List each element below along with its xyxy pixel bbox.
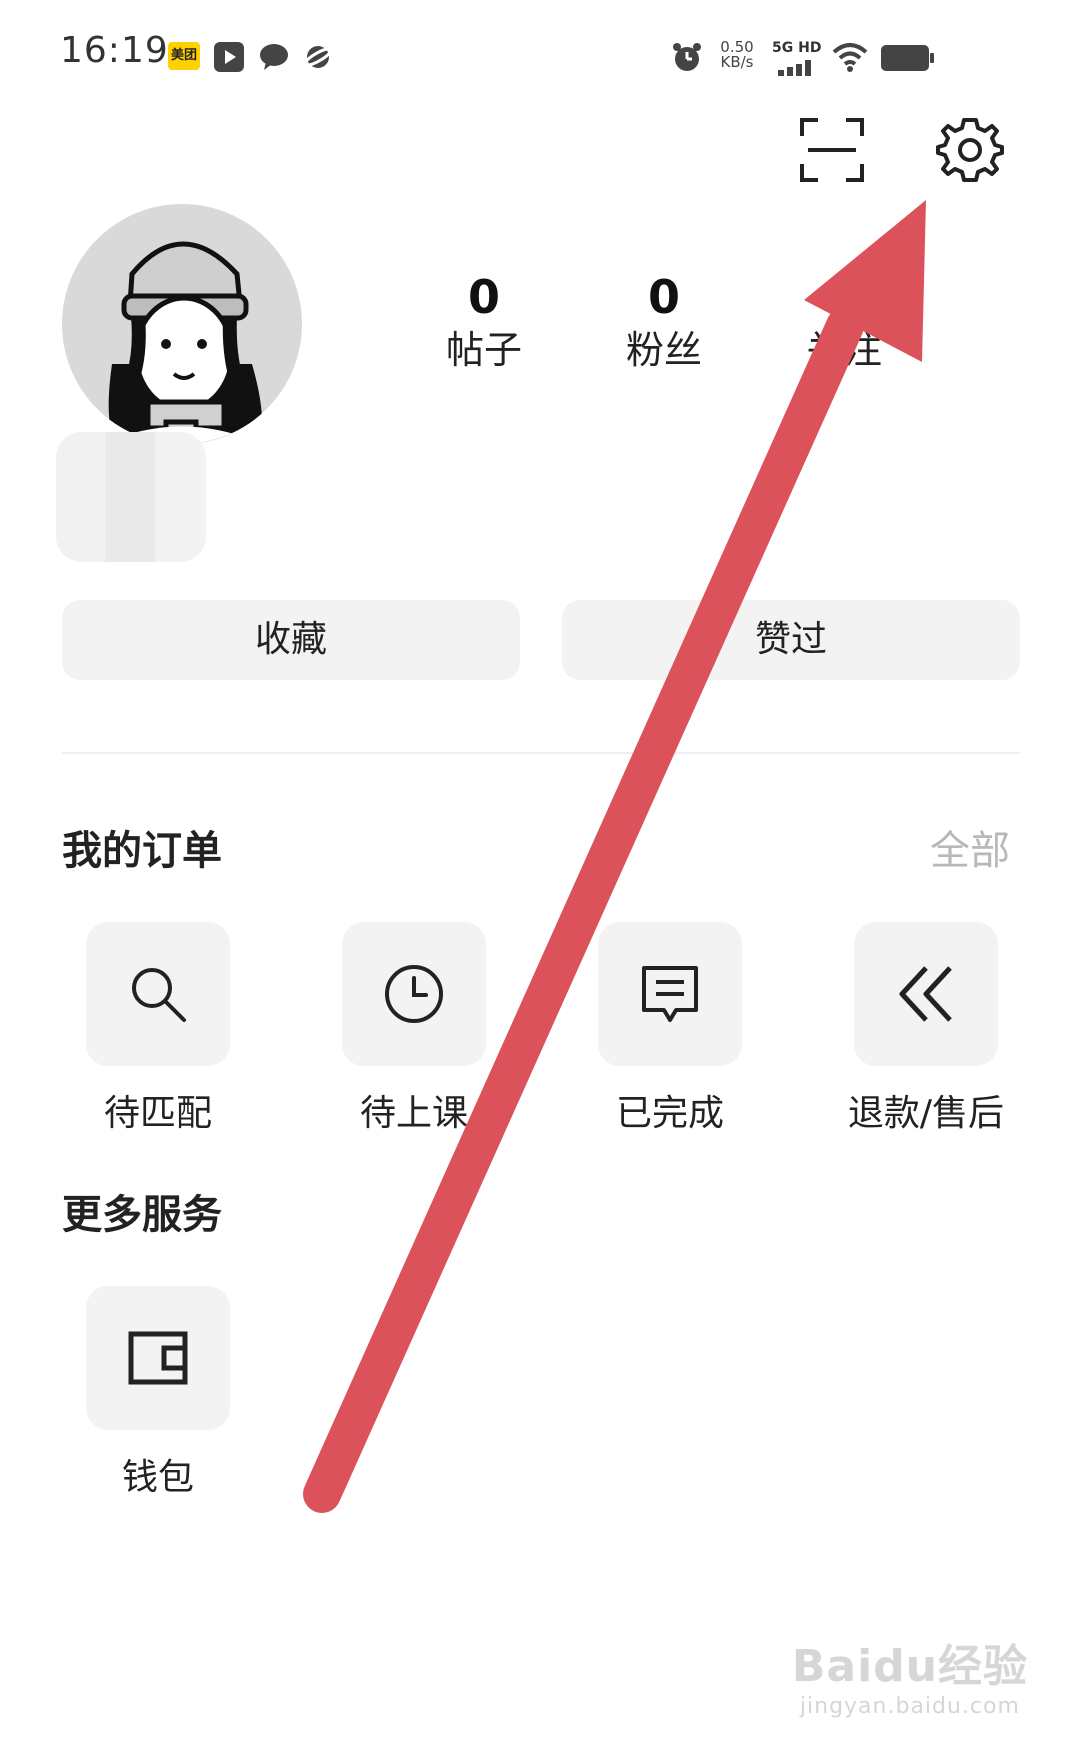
- search-icon: [132, 968, 186, 1022]
- order-refund-label: 退款/售后: [847, 1093, 1005, 1134]
- meituan-app-icon: 美团: [168, 42, 200, 70]
- scan-icon: [800, 118, 864, 182]
- order-pending-match-tile[interactable]: [86, 922, 230, 1066]
- net-speed: 0.50 KB/s: [714, 40, 760, 70]
- battery-icon: [881, 45, 934, 71]
- order-completed-tile[interactable]: [598, 922, 742, 1066]
- stat-fans[interactable]: 0 粉丝: [604, 270, 724, 376]
- stat-following[interactable]: 关注: [784, 270, 904, 376]
- alarm-icon: [673, 43, 701, 71]
- wifi-icon: [832, 43, 868, 72]
- order-refund-tile[interactable]: [854, 922, 998, 1066]
- scan-button[interactable]: [800, 118, 864, 182]
- signal-icon: [778, 60, 811, 76]
- favorites-button[interactable]: 收藏: [62, 600, 520, 680]
- play-app-icon: [214, 42, 244, 72]
- stat-fans-label: 粉丝: [625, 328, 702, 372]
- message-icon: [642, 966, 698, 1022]
- order-pending-class-label: 待上课: [359, 1093, 468, 1134]
- wallet-label: 钱包: [121, 1457, 194, 1498]
- orders-all-link[interactable]: 全部: [930, 818, 1010, 876]
- stat-posts-label: 帖子: [445, 328, 522, 372]
- watermark-sub: jingyan.baidu.com: [799, 1694, 1020, 1719]
- order-pending-match-label: 待匹配: [103, 1093, 212, 1134]
- stat-posts-value: 0: [467, 270, 500, 324]
- watermark-main: Baidu经验: [791, 1641, 1028, 1692]
- orders-title: 我的订单: [62, 828, 222, 874]
- wallet-icon: [128, 1331, 188, 1385]
- double-chevron-left-icon: [899, 966, 952, 1022]
- planet-app-icon: [302, 42, 334, 76]
- stat-fans-value: 0: [647, 270, 680, 324]
- chat-bubble-icon: [258, 42, 290, 76]
- avatar[interactable]: [62, 204, 302, 444]
- clock-icon: [385, 965, 443, 1023]
- gear-icon: [936, 118, 1004, 182]
- stat-posts[interactable]: 0 帖子: [424, 270, 544, 376]
- divider: [62, 752, 1020, 754]
- avatar-illustration: [102, 241, 262, 444]
- stat-following-label: 关注: [805, 328, 882, 372]
- order-pending-class-tile[interactable]: [342, 922, 486, 1066]
- services-title: 更多服务: [62, 1192, 222, 1238]
- network-type: 5G HD: [772, 40, 822, 56]
- net-speed-unit: KB/s: [720, 53, 754, 71]
- username-blurred: [56, 432, 206, 562]
- stat-following-value: [784, 270, 904, 324]
- order-completed-label: 已完成: [615, 1093, 724, 1134]
- settings-button[interactable]: [936, 116, 1004, 184]
- watermark: Baidu经验 jingyan.baidu.com: [792, 1630, 1028, 1719]
- status-right-group: 0.50 KB/s 5G HD: [673, 36, 984, 76]
- liked-button[interactable]: 赞过: [562, 600, 1020, 680]
- status-time: 16:19: [60, 30, 169, 71]
- wallet-tile[interactable]: [86, 1286, 230, 1430]
